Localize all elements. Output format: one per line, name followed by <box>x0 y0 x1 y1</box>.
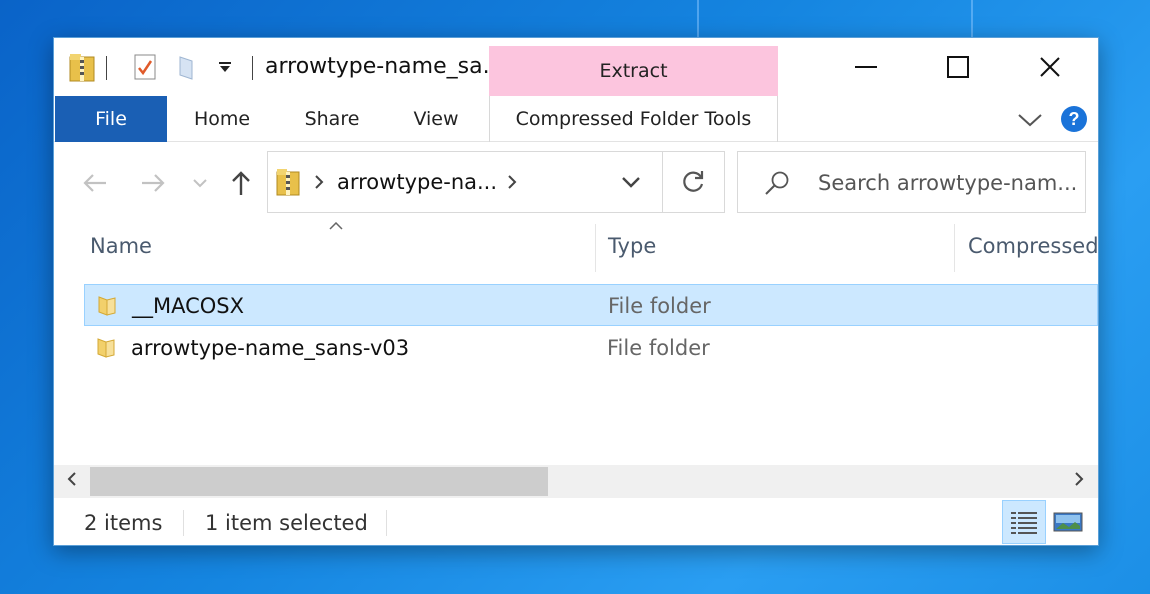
large-icons-view-icon <box>1053 512 1083 532</box>
properties-icon[interactable] <box>130 51 160 83</box>
column-divider[interactable] <box>595 224 596 272</box>
file-type: File folder <box>607 336 710 360</box>
close-button[interactable] <box>1004 38 1096 96</box>
title-bar: arrowtype-name_sa... Extract <box>54 38 1098 96</box>
file-name: __MACOSX <box>132 294 245 318</box>
extract-tab[interactable]: Extract <box>489 46 778 96</box>
maximize-icon <box>947 56 969 78</box>
window-title: arrowtype-name_sa... <box>265 54 504 79</box>
address-history-chevron-down-icon[interactable] <box>616 172 646 192</box>
breadcrumb-chevron-right-icon[interactable] <box>504 172 520 192</box>
large-icons-view-button[interactable] <box>1046 500 1090 544</box>
close-icon <box>1040 57 1060 77</box>
tab-view[interactable]: View <box>400 96 472 142</box>
status-bar: 2 items 1 item selected <box>54 498 1098 547</box>
horizontal-scrollbar[interactable] <box>54 465 1098 498</box>
toolbar-separator <box>252 56 253 80</box>
new-folder-icon[interactable] <box>172 51 202 83</box>
zip-folder-icon[interactable] <box>67 51 97 83</box>
svg-text:?: ? <box>1069 109 1080 129</box>
column-divider[interactable] <box>954 224 955 272</box>
file-type: File folder <box>608 294 711 318</box>
address-bar[interactable]: arrowtype-na... <box>267 151 725 213</box>
ribbon-tabs: File Home Share View Compressed Folder T… <box>54 96 1098 142</box>
tab-compressed-folder-tools[interactable]: Compressed Folder Tools <box>490 96 777 142</box>
up-arrow-icon[interactable] <box>226 168 256 198</box>
folder-icon <box>97 294 117 320</box>
selection-count: 1 item selected <box>205 511 368 535</box>
tab-file[interactable]: File <box>55 96 167 142</box>
search-box[interactable]: Search arrowtype-nam... <box>737 151 1086 213</box>
file-name: arrowtype-name_sans-v03 <box>131 336 410 360</box>
expand-ribbon-chevron-icon[interactable] <box>1012 106 1048 134</box>
customize-toolbar-dropdown-icon[interactable] <box>214 51 236 83</box>
zip-folder-icon <box>273 167 303 197</box>
tab-share[interactable]: Share <box>290 96 374 142</box>
recent-locations-chevron-down-icon[interactable] <box>190 172 210 194</box>
list-item[interactable]: __MACOSX File folder <box>84 284 1098 326</box>
toolbar-separator <box>106 56 107 80</box>
desktop-accent-line <box>971 0 973 40</box>
navigation-bar: arrowtype-na... Search arrowtype-nam... <box>54 142 1098 230</box>
tab-home[interactable]: Home <box>180 96 264 142</box>
scroll-left-icon[interactable] <box>66 471 78 491</box>
column-header-name[interactable]: Name <box>90 234 152 258</box>
breadcrumb-segment[interactable]: arrowtype-na... <box>337 170 497 194</box>
scrollbar-thumb[interactable] <box>90 467 548 496</box>
file-explorer-window: arrowtype-name_sa... Extract File Home S… <box>53 37 1099 546</box>
list-item[interactable]: arrowtype-name_sans-v03 File folder <box>84 327 1098 369</box>
column-header-type[interactable]: Type <box>608 234 656 258</box>
details-view-button[interactable] <box>1002 500 1046 544</box>
column-headers: Name Type Compressed <box>54 222 1099 272</box>
minimize-icon <box>855 66 877 68</box>
details-view-icon <box>1011 512 1037 534</box>
search-icon <box>762 168 792 198</box>
address-divider <box>662 152 663 212</box>
scroll-right-icon[interactable] <box>1073 471 1085 491</box>
back-arrow-icon[interactable] <box>78 168 112 198</box>
item-count: 2 items <box>84 511 163 535</box>
folder-icon <box>96 336 116 362</box>
forward-arrow-icon[interactable] <box>136 168 170 198</box>
desktop-accent-line <box>697 0 699 40</box>
column-header-compressed[interactable]: Compressed <box>968 234 1099 258</box>
help-icon[interactable]: ? <box>1059 104 1089 134</box>
search-input[interactable]: Search arrowtype-nam... <box>818 171 1077 195</box>
status-separator <box>386 510 387 536</box>
maximize-button[interactable] <box>912 38 1004 96</box>
breadcrumb-chevron-right-icon[interactable] <box>311 172 327 192</box>
status-separator <box>183 510 184 536</box>
refresh-icon[interactable] <box>674 166 712 198</box>
minimize-button[interactable] <box>820 38 912 96</box>
sort-ascending-icon <box>328 220 344 232</box>
